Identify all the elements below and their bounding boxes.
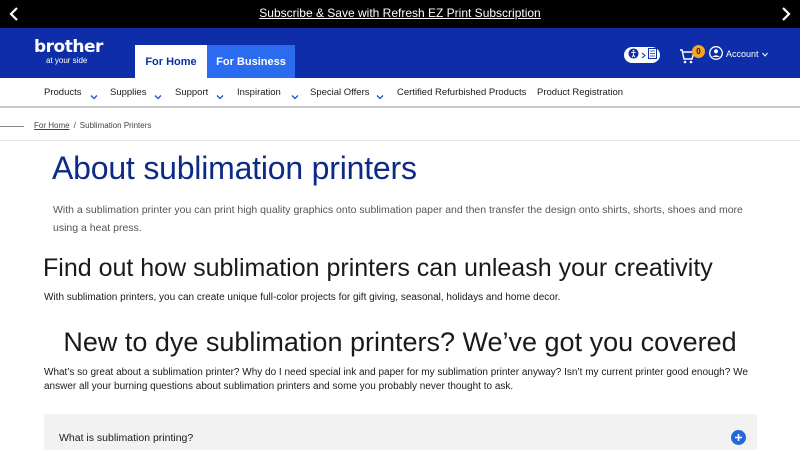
divider	[0, 140, 800, 141]
chevron-down-icon[interactable]	[290, 89, 300, 100]
chevron-down-icon[interactable]	[215, 89, 225, 100]
cart-button[interactable]: 0	[679, 45, 707, 65]
faq-question: What is sublimation printing?	[59, 432, 194, 444]
logo-tagline: at your side	[46, 56, 88, 65]
nav-item-label: Special Offers	[310, 87, 370, 98]
nav-item-certified-refurbished[interactable]: Certified Refurbished Products	[397, 87, 526, 98]
breadcrumb-current: Sublimation Printers	[79, 121, 152, 130]
cart-count-badge: 0	[692, 45, 705, 58]
nav-item-label: Products	[44, 87, 82, 98]
brother-logo[interactable]: brother at your side	[34, 38, 103, 65]
expand-plus-icon[interactable]	[731, 430, 746, 445]
breadcrumb-rule	[0, 126, 24, 127]
accessibility-toggle-button[interactable]	[624, 47, 660, 63]
nav-item-products[interactable]: Products	[44, 87, 82, 98]
section-heading-covered: New to dye sublimation printers? We’ve g…	[63, 327, 737, 357]
nav-item-label: Support	[175, 87, 209, 98]
nav-item-supplies[interactable]: Supplies	[110, 87, 146, 98]
page-title: About sublimation printers	[52, 150, 417, 186]
creativity-paragraph: With sublimation printers, you can creat…	[44, 292, 561, 303]
promo-link[interactable]: Subscribe & Save with Refresh EZ Print S…	[0, 6, 800, 20]
main-nav: Products Supplies Support Inspiration Sp…	[0, 78, 800, 108]
chevron-down-icon	[761, 49, 768, 59]
chevron-down-icon[interactable]	[89, 89, 99, 100]
account-menu-button[interactable]: Account	[709, 46, 768, 62]
site-header: brother at your side For Home For Busine…	[0, 28, 800, 78]
logo-brand: brother	[34, 37, 103, 57]
nav-item-label: Supplies	[110, 87, 147, 98]
tab-for-business[interactable]: For Business	[207, 45, 295, 78]
promo-next-arrow-icon[interactable]	[776, 4, 796, 24]
intro-paragraph: With a sublimation printer you can print…	[53, 204, 743, 234]
chevron-right-icon	[641, 46, 646, 64]
document-icon	[647, 46, 657, 64]
breadcrumb-separator: /	[73, 121, 76, 130]
breadcrumb: For Home / Sublimation Printers	[34, 121, 151, 130]
covered-paragraph: What’s so great about a sublimation prin…	[44, 367, 748, 392]
accessibility-icon	[627, 46, 639, 64]
section-heading-creativity: Find out how sublimation printers can un…	[43, 254, 713, 282]
nav-item-support[interactable]: Support	[175, 87, 208, 98]
chevron-down-icon[interactable]	[153, 89, 163, 100]
nav-item-label: Inspiration	[237, 87, 281, 98]
promo-bar: Subscribe & Save with Refresh EZ Print S…	[0, 0, 800, 28]
user-icon	[709, 46, 723, 62]
faq-accordion-item[interactable]: What is sublimation printing?	[44, 414, 757, 450]
tab-for-home[interactable]: For Home	[135, 45, 207, 78]
breadcrumb-home-link[interactable]: For Home	[34, 121, 70, 130]
nav-item-label: Certified Refurbished Products	[397, 87, 527, 98]
nav-item-special-offers[interactable]: Special Offers	[310, 87, 370, 98]
chevron-down-icon[interactable]	[375, 89, 385, 100]
account-label: Account	[726, 49, 759, 59]
nav-item-product-registration[interactable]: Product Registration	[537, 87, 623, 98]
nav-item-label: Product Registration	[537, 87, 624, 98]
nav-item-inspiration[interactable]: Inspiration	[237, 87, 281, 98]
